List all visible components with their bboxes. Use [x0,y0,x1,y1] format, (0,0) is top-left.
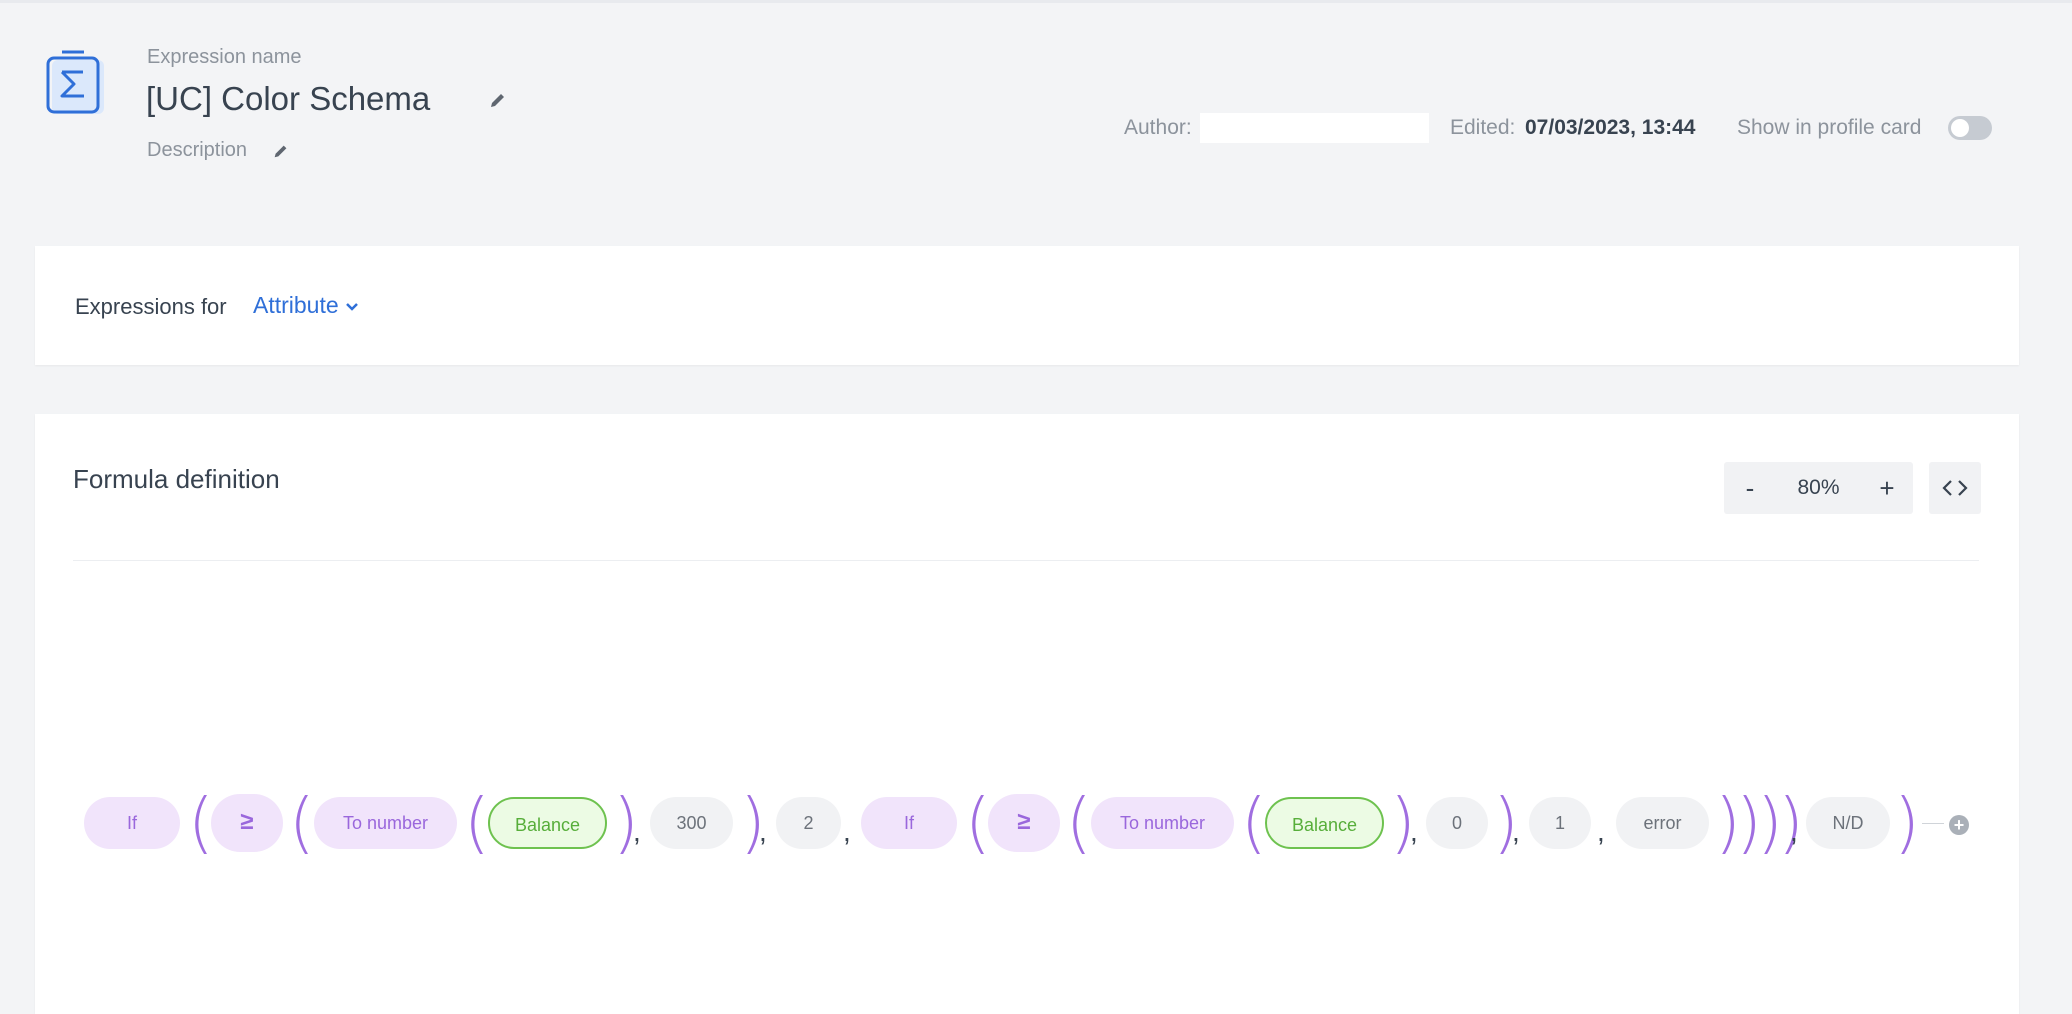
chevron-down-icon [345,303,358,311]
function-token-if[interactable]: If [84,797,180,849]
operator-token-gte[interactable]: ≥ [988,794,1060,852]
value-token-2[interactable]: 2 [776,797,841,849]
comma: , [843,816,851,847]
operator-token-gte[interactable]: ≥ [211,794,283,852]
formula-definition-panel: Formula definition - 80% + [35,414,2019,1014]
comma: , [633,816,641,847]
function-token-to-number[interactable]: To number [314,797,457,849]
value-token-300[interactable]: 300 [650,797,733,849]
zoom-out-button[interactable]: - [1724,462,1776,514]
attribute-dropdown-label: Attribute [253,292,339,318]
comma: , [1512,816,1520,847]
expressions-for-panel: Expressions for Attribute [35,246,2019,365]
paren-open: ( [1241,784,1267,861]
edit-name-pencil-icon[interactable] [488,90,508,110]
sigma-expression-icon [46,50,108,120]
author-label: Author: [1124,116,1192,139]
edited-value: 07/03/2023, 13:44 [1525,116,1696,139]
show-in-profile-toggle[interactable] [1948,116,1992,140]
paren-open: ( [965,784,991,861]
top-border [0,0,2072,3]
paren-open: ( [289,784,315,861]
formula-definition-title: Formula definition [73,464,280,494]
comma: , [1790,816,1798,847]
description-label[interactable]: Description [147,139,247,162]
zoom-level: 80% [1797,476,1840,499]
expressions-for-label: Expressions for [75,294,227,319]
comma: , [1410,816,1418,847]
edited-label: Edited: [1450,116,1516,139]
zoom-in-button[interactable]: + [1861,462,1913,514]
value-token-nd[interactable]: N/D [1806,797,1890,849]
expression-name-title: [UC] Color Schema [146,80,431,117]
show-in-profile-label: Show in profile card [1737,116,1922,139]
edit-description-pencil-icon[interactable] [272,142,290,160]
value-token-0[interactable]: 0 [1426,797,1488,849]
code-icon [1942,480,1968,496]
add-connector-line [1922,823,1944,824]
attribute-token-balance[interactable]: Balance [1265,797,1384,849]
paren-open: ( [188,784,214,861]
toggle-knob [1951,119,1969,137]
value-token-1[interactable]: 1 [1529,797,1591,849]
panel-divider [73,560,1979,561]
expression-name-caption: Expression name [147,46,302,68]
function-token-if[interactable]: If [861,797,957,849]
paren-close: ) [1894,784,1920,861]
code-view-button[interactable] [1929,462,1981,514]
attribute-token-balance[interactable]: Balance [488,797,607,849]
zoom-control: - 80% + [1724,462,1913,514]
author-value [1200,113,1429,143]
paren-open: ( [464,784,490,861]
attribute-dropdown[interactable]: Attribute [253,292,359,319]
function-token-to-number[interactable]: To number [1091,797,1234,849]
comma: , [1597,816,1605,847]
add-token-plus-icon[interactable]: + [1949,815,1969,835]
comma: , [759,816,767,847]
value-token-error[interactable]: error [1616,797,1709,849]
paren-open: ( [1066,784,1092,861]
